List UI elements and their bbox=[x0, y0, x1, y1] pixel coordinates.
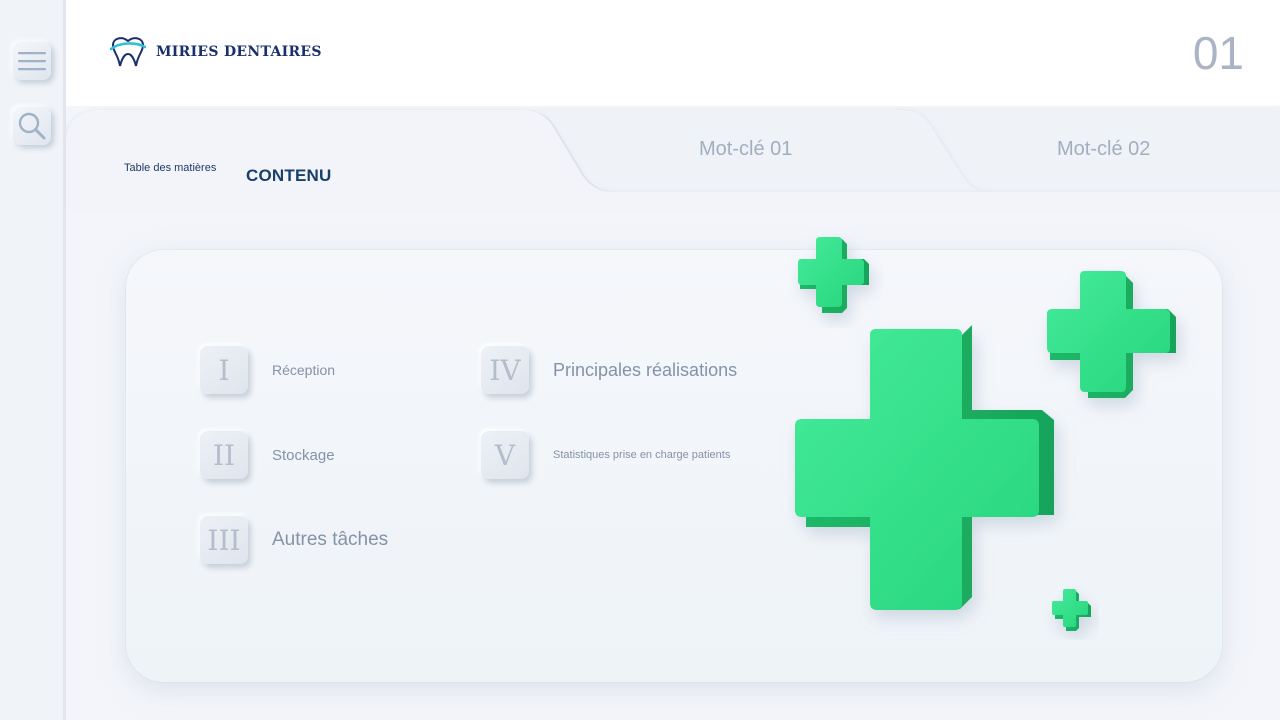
tiny-cross-icon bbox=[1052, 589, 1091, 631]
menu-button[interactable] bbox=[13, 42, 51, 80]
medium-cross-icon bbox=[1047, 271, 1176, 398]
brand: MIRIES DENTAIRES bbox=[110, 36, 322, 68]
content-item-3[interactable]: III Autres tâches bbox=[200, 516, 388, 564]
numeral-badge: IV bbox=[481, 346, 529, 394]
numeral-badge: III bbox=[200, 516, 248, 564]
content-item-label: Réception bbox=[272, 362, 336, 378]
content-item-5[interactable]: V Statistiques prise en charge patients bbox=[481, 431, 730, 479]
page-number: 01 bbox=[1192, 27, 1244, 79]
search-button[interactable] bbox=[13, 107, 51, 145]
tab-contenu[interactable]: CONTENU bbox=[246, 166, 331, 186]
content-item-2[interactable]: II Stockage bbox=[200, 431, 335, 479]
small-cross-icon bbox=[798, 237, 869, 313]
content-item-label: Statistiques prise en charge patients bbox=[553, 449, 731, 461]
numeral-badge: I bbox=[200, 346, 248, 394]
toc-label: Table des matières bbox=[124, 162, 217, 174]
content-item-4[interactable]: IV Principales réalisations bbox=[481, 346, 737, 394]
medical-crosses-illustration bbox=[795, 237, 1176, 631]
tab-keyword-02[interactable]: Mot-clé 02 bbox=[1057, 138, 1150, 161]
numeral-badge: II bbox=[200, 431, 248, 479]
left-sidebar bbox=[0, 0, 66, 720]
hamburger-menu-icon bbox=[18, 52, 46, 71]
tooth-logo-icon bbox=[110, 37, 146, 67]
content-item-1[interactable]: I Réception bbox=[200, 346, 335, 394]
content-item-label: Stockage bbox=[272, 446, 335, 464]
search-icon bbox=[18, 112, 46, 140]
header: MIRIES DENTAIRES 01 bbox=[66, 0, 1280, 106]
brand-name: MIRIES DENTAIRES bbox=[156, 44, 322, 60]
numeral-badge: V bbox=[481, 431, 529, 479]
content-item-label: Autres tâches bbox=[272, 529, 389, 550]
content-item-label: Principales réalisations bbox=[553, 359, 738, 380]
tab-keyword-01[interactable]: Mot-clé 01 bbox=[699, 138, 792, 161]
large-cross-icon bbox=[795, 325, 1054, 610]
